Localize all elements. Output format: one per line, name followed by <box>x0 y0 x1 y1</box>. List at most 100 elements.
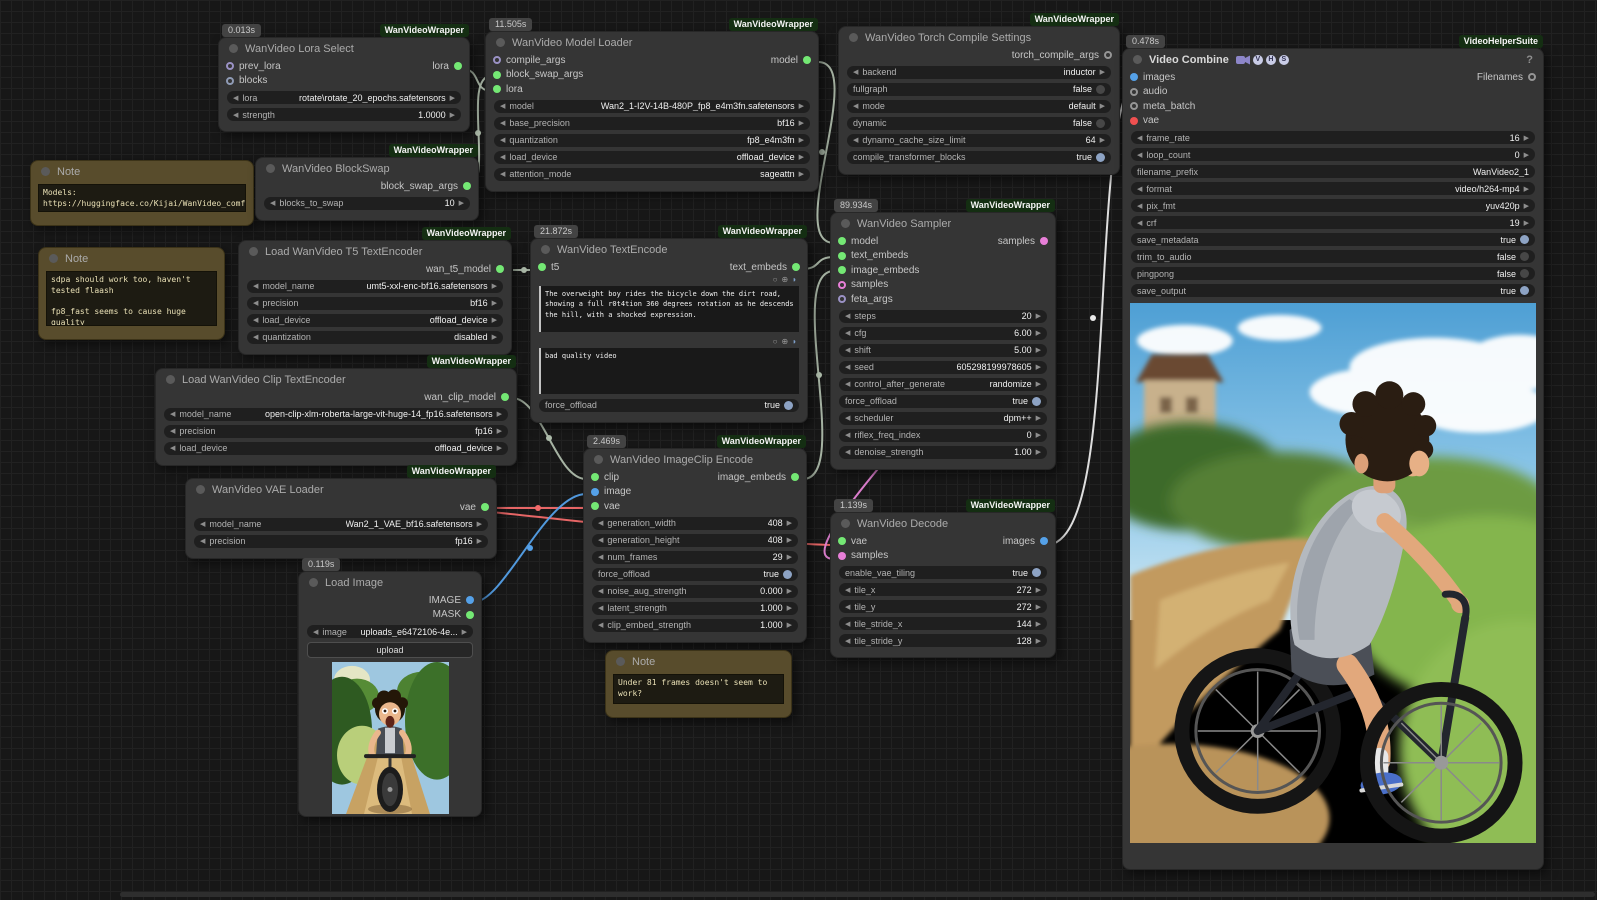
toggle-knob-icon[interactable] <box>1032 568 1041 577</box>
slot-dot-icon[interactable] <box>803 56 811 65</box>
increment-arrow-icon[interactable]: ▶ <box>1524 134 1529 142</box>
increment-arrow-icon[interactable]: ▶ <box>787 519 792 527</box>
output-slot-image_embeds[interactable]: image_embeds <box>718 472 799 483</box>
increment-arrow-icon[interactable]: ▶ <box>1100 136 1105 144</box>
widget-load-device[interactable]: ◀ load_device offload_device ▶ <box>494 150 810 164</box>
input-slot-text_embeds[interactable]: text_embeds <box>838 250 908 261</box>
output-slot-model[interactable]: model <box>771 55 811 66</box>
widget-loop-count[interactable]: ◀ loop_count 0 ▶ <box>1131 148 1535 161</box>
increment-arrow-icon[interactable]: ▶ <box>787 553 792 561</box>
slot-dot-icon[interactable] <box>791 473 799 482</box>
widget-precision[interactable]: ◀ precision fp16 ▶ <box>194 534 488 548</box>
increment-arrow-icon[interactable]: ▶ <box>1036 620 1041 628</box>
positive-prompt-textarea[interactable]: The overweight boy rides the bicycle dow… <box>539 285 799 332</box>
decrement-arrow-icon[interactable]: ◀ <box>845 586 850 594</box>
increment-arrow-icon[interactable]: ▶ <box>787 536 792 544</box>
decrement-arrow-icon[interactable]: ◀ <box>1137 219 1142 227</box>
output-slot-text_embeds[interactable]: text_embeds <box>730 262 800 273</box>
widget-quantization[interactable]: ◀ quantization disabled ▶ <box>247 330 503 344</box>
increment-arrow-icon[interactable]: ▶ <box>450 111 455 119</box>
slot-dot-icon[interactable] <box>838 237 846 246</box>
decrement-arrow-icon[interactable]: ◀ <box>253 299 258 307</box>
input-slot-vae[interactable]: vae <box>838 536 867 547</box>
slot-dot-icon[interactable] <box>481 503 489 512</box>
increment-arrow-icon[interactable]: ▶ <box>787 587 792 595</box>
node-wanvideo-model-loader[interactable]: 11.505s WanVideoWrapper WanVideo Model L… <box>485 18 819 192</box>
increment-arrow-icon[interactable]: ▶ <box>1036 312 1041 320</box>
decrement-arrow-icon[interactable]: ◀ <box>1137 134 1142 142</box>
input-slot-t5[interactable]: t5 <box>538 262 559 273</box>
input-slot-lora[interactable]: lora <box>493 84 523 95</box>
collapse-dot-icon[interactable] <box>496 38 505 47</box>
toggle-knob-icon[interactable] <box>784 400 793 410</box>
output-slot-torch_compile_args[interactable]: torch_compile_args <box>1012 50 1112 61</box>
input-slot-audio[interactable]: audio <box>1130 86 1167 97</box>
input-slot-image_embeds[interactable]: image_embeds <box>838 265 919 276</box>
speaker-icon[interactable]: ◗ <box>792 337 797 346</box>
increment-arrow-icon[interactable]: ▶ <box>1100 68 1105 76</box>
collapse-dot-icon[interactable] <box>309 578 318 587</box>
decrement-arrow-icon[interactable]: ◀ <box>598 604 603 612</box>
collapse-dot-icon[interactable] <box>49 254 58 263</box>
decrement-arrow-icon[interactable]: ◀ <box>500 170 505 178</box>
widget-quantization[interactable]: ◀ quantization fp8_e4m3fn ▶ <box>494 133 810 147</box>
collapse-dot-icon[interactable] <box>841 219 850 228</box>
widget-pingpong[interactable]: pingpong false <box>1131 267 1535 280</box>
slot-dot-icon[interactable] <box>496 265 504 274</box>
collapse-dot-icon[interactable] <box>849 33 858 42</box>
node-wanvideo-sampler[interactable]: 89.934s WanVideoWrapper WanVideo Sampler… <box>830 199 1056 470</box>
widget-model-name[interactable]: ◀ model_name umt5-xxl-enc-bf16.safetensors… <box>247 279 503 293</box>
collapse-dot-icon[interactable] <box>841 519 850 528</box>
increment-arrow-icon[interactable]: ▶ <box>450 94 455 102</box>
toggle-knob-icon[interactable] <box>1096 118 1105 128</box>
decrement-arrow-icon[interactable]: ◀ <box>200 537 205 545</box>
slot-dot-icon[interactable] <box>1528 73 1536 82</box>
negative-prompt-textarea[interactable]: bad quality video <box>539 347 799 394</box>
slot-dot-icon[interactable] <box>838 251 846 260</box>
decrement-arrow-icon[interactable]: ◀ <box>1137 202 1142 210</box>
graph-canvas[interactable]: 0.013s WanVideoWrapper WanVideo Lora Sel… <box>0 0 1597 900</box>
input-slot-vae[interactable]: vae <box>591 501 620 512</box>
widget-tile-y[interactable]: ◀ tile_y 272 ▶ <box>839 600 1047 613</box>
increment-arrow-icon[interactable]: ▶ <box>497 410 502 418</box>
collapse-dot-icon[interactable] <box>1133 55 1142 64</box>
widget-strength[interactable]: ◀ strength 1.0000 ▶ <box>227 108 461 121</box>
increment-arrow-icon[interactable]: ▶ <box>799 102 804 110</box>
settings-icon[interactable]: ⊕ <box>781 275 788 284</box>
decrement-arrow-icon[interactable]: ◀ <box>500 136 505 144</box>
increment-arrow-icon[interactable]: ▶ <box>1036 380 1041 388</box>
output-slot-wan_clip_model[interactable]: wan_clip_model <box>424 392 509 403</box>
widget-denoise-strength[interactable]: ◀ denoise_strength 1.00 ▶ <box>839 445 1047 459</box>
decrement-arrow-icon[interactable]: ◀ <box>1137 185 1142 193</box>
slot-dot-icon[interactable] <box>538 263 546 272</box>
decrement-arrow-icon[interactable]: ◀ <box>233 94 238 102</box>
widget-mode[interactable]: ◀ mode default ▶ <box>847 99 1111 113</box>
input-slot-block_swap_args[interactable]: block_swap_args <box>493 69 583 80</box>
widget-steps[interactable]: ◀ steps 20 ▶ <box>839 309 1047 323</box>
decrement-arrow-icon[interactable]: ◀ <box>845 603 850 611</box>
toggle-knob-icon[interactable] <box>1096 152 1105 162</box>
toggle-knob-icon[interactable] <box>783 569 792 579</box>
decrement-arrow-icon[interactable]: ◀ <box>253 282 258 290</box>
widget-precision[interactable]: ◀ precision fp16 ▶ <box>164 424 508 438</box>
widget-format[interactable]: ◀ format video/h264-mp4 ▶ <box>1131 182 1535 195</box>
decrement-arrow-icon[interactable]: ◀ <box>253 316 258 324</box>
widget-save-metadata[interactable]: save_metadata true <box>1131 233 1535 246</box>
increment-arrow-icon[interactable]: ▶ <box>1036 414 1041 422</box>
increment-arrow-icon[interactable]: ▶ <box>799 136 804 144</box>
increment-arrow-icon[interactable]: ▶ <box>799 153 804 161</box>
increment-arrow-icon[interactable]: ▶ <box>787 621 792 629</box>
widget-force-offload[interactable]: force_offload true <box>592 567 798 581</box>
node-wanvideo-lora-select[interactable]: 0.013s WanVideoWrapper WanVideo Lora Sel… <box>218 24 470 132</box>
decrement-arrow-icon[interactable]: ◀ <box>500 153 505 161</box>
note-text[interactable]: Under 81 frames doesn't seem to work? <box>613 674 784 704</box>
decrement-arrow-icon[interactable]: ◀ <box>853 68 858 76</box>
output-slot-vae[interactable]: vae <box>460 502 489 513</box>
widget-noise-aug-strength[interactable]: ◀ noise_aug_strength 0.000 ▶ <box>592 584 798 598</box>
input-slot-images[interactable]: images <box>1130 72 1175 83</box>
toggle-knob-icon[interactable] <box>1520 235 1529 244</box>
widget-pix-fmt[interactable]: ◀ pix_fmt yuv420p ▶ <box>1131 199 1535 212</box>
widget-num-frames[interactable]: ◀ num_frames 29 ▶ <box>592 550 798 564</box>
widget-base-precision[interactable]: ◀ base_precision bf16 ▶ <box>494 116 810 130</box>
widget-fullgraph[interactable]: fullgraph false <box>847 82 1111 96</box>
